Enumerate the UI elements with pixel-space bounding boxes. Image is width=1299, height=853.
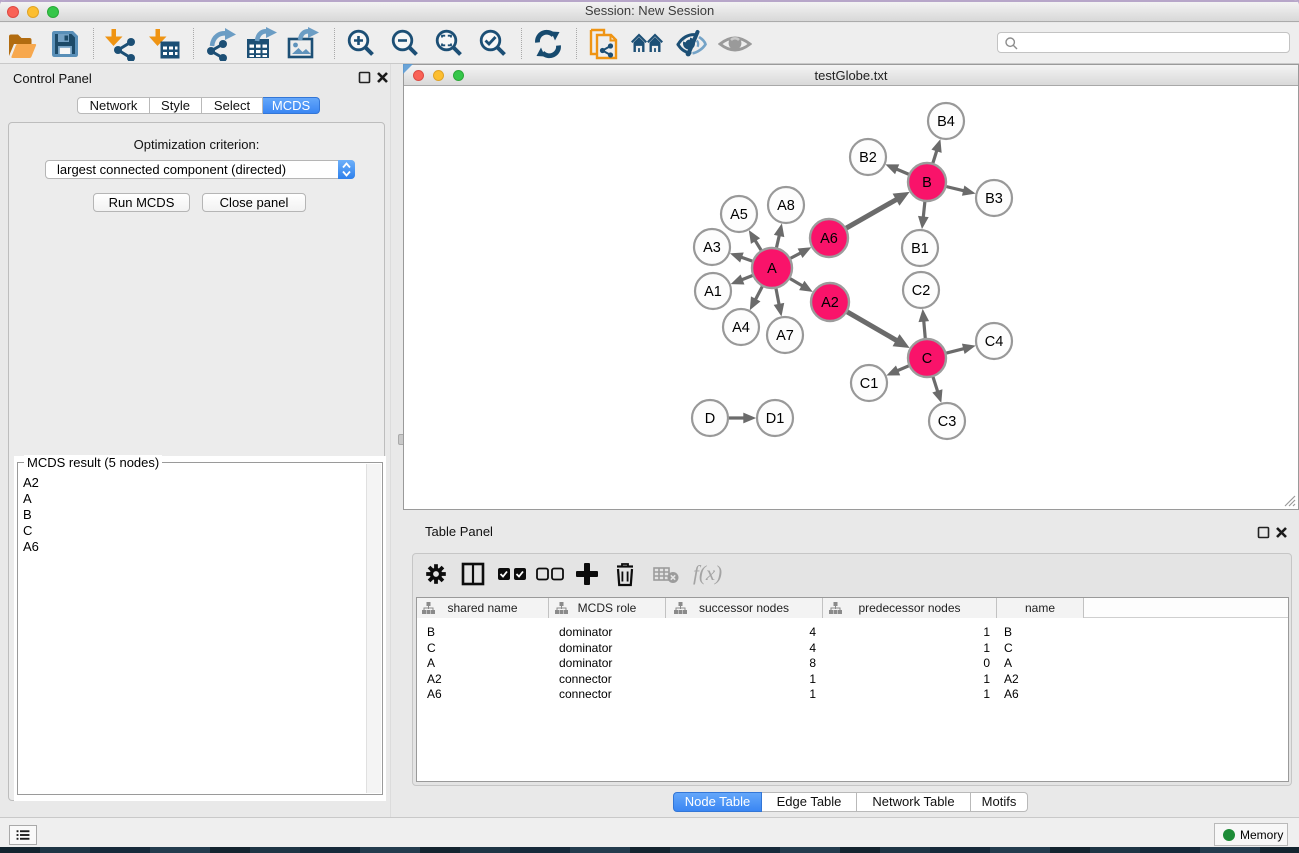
svg-text:D: D — [705, 411, 715, 427]
svg-text:C: C — [922, 351, 932, 367]
svg-text:C1: C1 — [860, 376, 879, 392]
svg-text:A3: A3 — [703, 240, 721, 256]
svg-text:A1: A1 — [704, 284, 722, 300]
svg-text:C4: C4 — [985, 334, 1004, 350]
svg-text:A4: A4 — [732, 320, 750, 336]
svg-text:A6: A6 — [820, 231, 838, 247]
svg-text:A5: A5 — [730, 207, 748, 223]
svg-text:A: A — [767, 261, 777, 277]
svg-text:B4: B4 — [937, 114, 955, 130]
svg-text:A7: A7 — [776, 328, 794, 344]
svg-text:C2: C2 — [912, 283, 931, 299]
svg-text:C3: C3 — [938, 414, 957, 430]
svg-text:B1: B1 — [911, 241, 929, 257]
svg-text:f(x): f(x) — [693, 561, 722, 585]
svg-text:B: B — [922, 175, 932, 191]
svg-text:B2: B2 — [859, 150, 877, 166]
svg-text:A2: A2 — [821, 295, 839, 311]
svg-text:B3: B3 — [985, 191, 1003, 207]
svg-text:D1: D1 — [766, 411, 785, 427]
svg-text:A8: A8 — [777, 198, 795, 214]
